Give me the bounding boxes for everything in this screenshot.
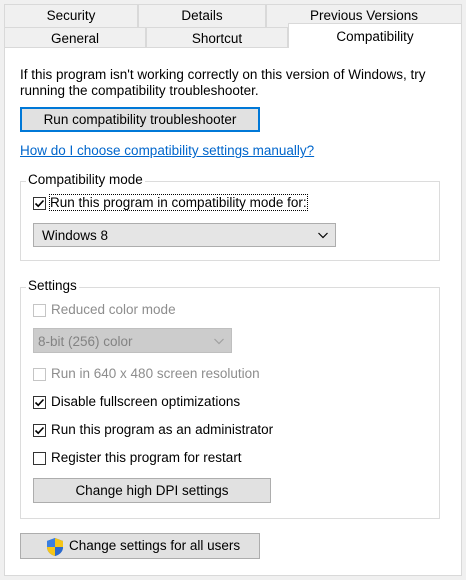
change-all-users-button[interactable]: Change settings for all users (20, 533, 260, 559)
compat-mode-checkbox[interactable] (33, 197, 46, 210)
checkmark-icon (34, 398, 45, 407)
resolution-640-label: Run in 640 x 480 screen resolution (51, 366, 260, 381)
intro-text-line2: running the compatibility troubleshooter… (20, 83, 259, 98)
register-restart-checkbox[interactable] (33, 452, 46, 465)
run-as-admin-label: Run this program as an administrator (51, 422, 274, 437)
tab-label: Previous Versions (309, 8, 419, 23)
register-restart-label: Register this program for restart (51, 450, 242, 465)
os-version-value: Windows 8 (42, 228, 109, 243)
os-version-select[interactable]: Windows 8 (33, 223, 336, 247)
run-as-admin-checkbox[interactable] (33, 424, 46, 437)
tab-label: Details (181, 8, 223, 23)
resolution-640-checkbox[interactable] (33, 368, 46, 381)
checkmark-icon (34, 199, 45, 208)
compatibility-mode-title: Compatibility mode (26, 172, 145, 187)
disable-fullscreen-label: Disable fullscreen optimizations (51, 394, 241, 409)
chevron-down-icon (317, 229, 329, 244)
manual-settings-link[interactable]: How do I choose compatibility settings m… (20, 143, 314, 158)
color-depth-select[interactable]: 8-bit (256) color (33, 328, 232, 353)
checkmark-icon (34, 426, 45, 435)
change-dpi-button[interactable]: Change high DPI settings (33, 478, 271, 503)
reduced-color-checkbox[interactable] (33, 304, 46, 317)
compat-mode-checkbox-label[interactable]: Run this program in compatibility mode f… (49, 194, 308, 211)
intro-text-line1: If this program isn't working correctly … (20, 67, 426, 82)
tab-label: General (50, 31, 100, 46)
reduced-color-label: Reduced color mode (51, 302, 176, 317)
run-troubleshooter-button[interactable]: Run compatibility troubleshooter (20, 107, 260, 132)
tab-details[interactable]: Details (138, 4, 266, 27)
tab-label: Security (46, 8, 96, 23)
run-troubleshooter-label: Run compatibility troubleshooter (43, 112, 237, 127)
change-all-users-label: Change settings for all users (69, 538, 241, 553)
color-depth-value: 8-bit (256) color (38, 334, 133, 349)
compatibility-mode-group (20, 181, 440, 261)
tab-label: Compatibility (336, 29, 414, 44)
tab-compatibility[interactable]: Compatibility (288, 23, 462, 48)
uac-shield-icon (45, 537, 65, 557)
disable-fullscreen-checkbox[interactable] (33, 396, 46, 409)
settings-title: Settings (26, 278, 79, 293)
tab-security[interactable]: Security (4, 4, 138, 27)
chevron-down-icon (213, 335, 225, 350)
change-dpi-label: Change high DPI settings (75, 483, 229, 498)
tab-label: Shortcut (191, 31, 243, 46)
